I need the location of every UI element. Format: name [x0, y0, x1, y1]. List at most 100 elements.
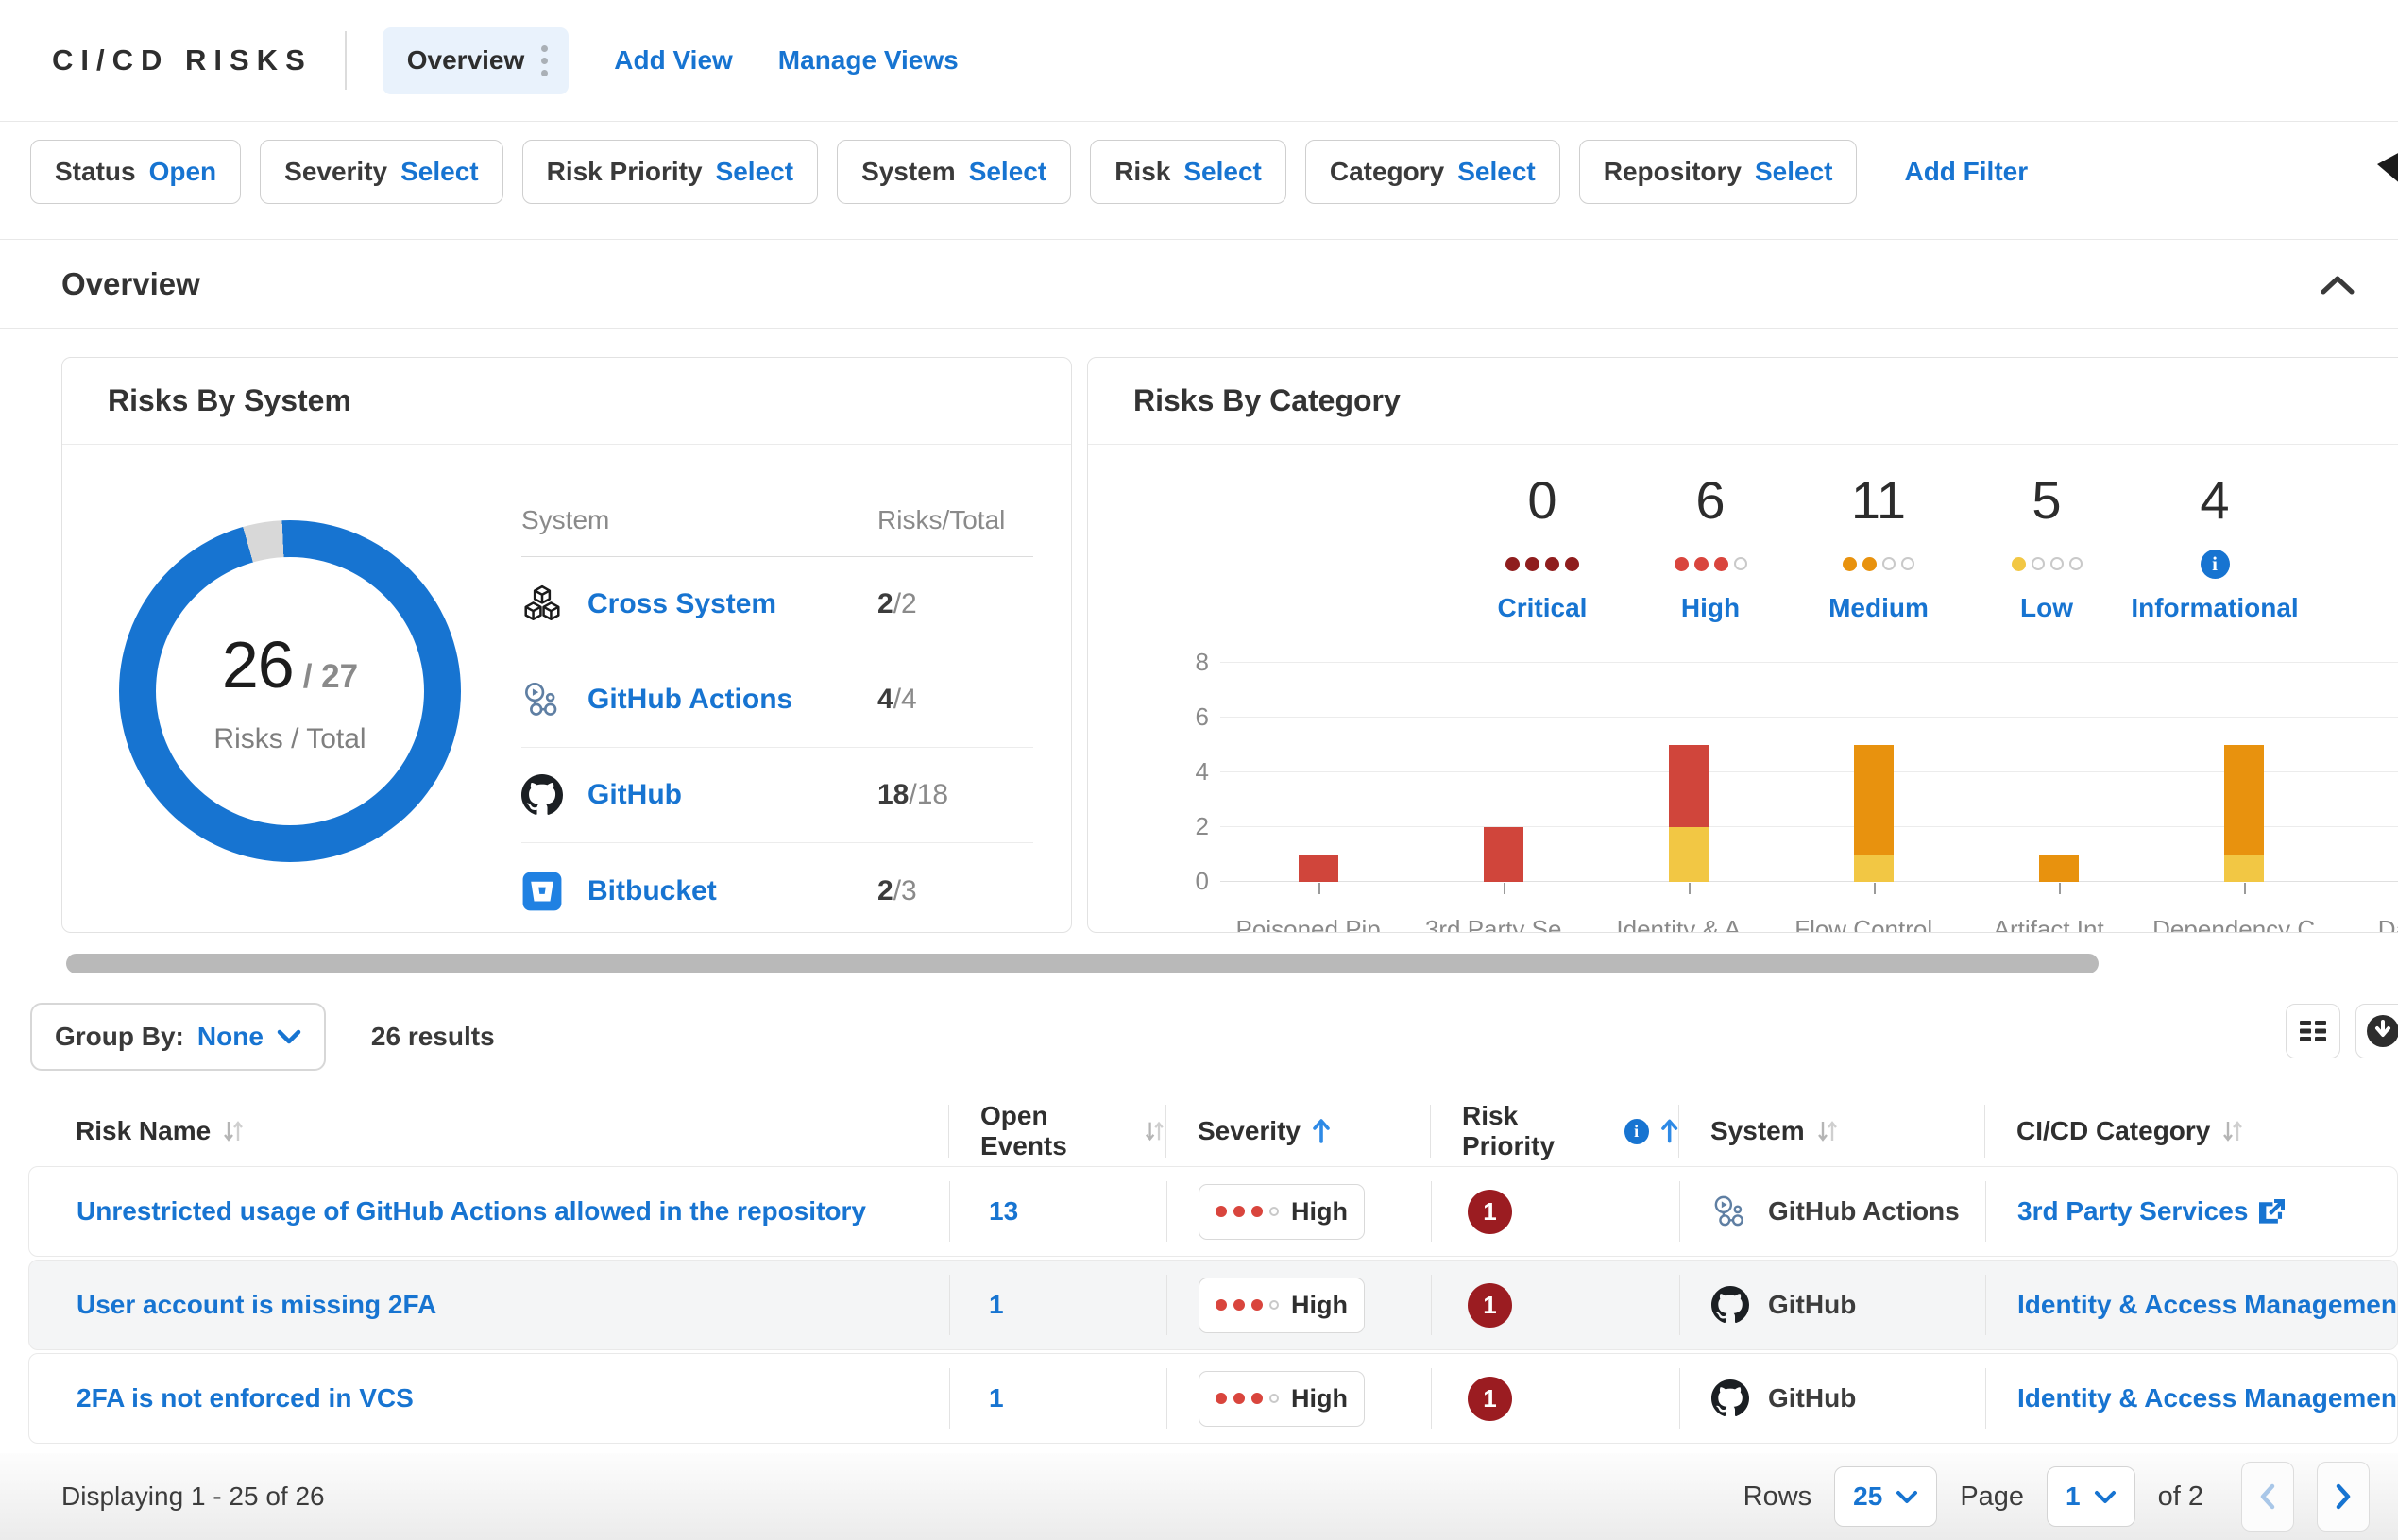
group-by-dropdown[interactable]: Group By: None — [30, 1003, 326, 1071]
col-risk-priority[interactable]: Risk Priority i — [1430, 1105, 1678, 1158]
system-total: /2 — [893, 588, 917, 619]
filter-value[interactable]: Select — [716, 157, 794, 187]
mouse-cursor — [2377, 151, 2398, 185]
system-risks: 2 — [877, 588, 893, 619]
open-events-link[interactable]: 13 — [981, 1196, 1018, 1227]
priority-badge: 1 — [1468, 1377, 1512, 1421]
category-cell: Identity & Access Management — [1985, 1368, 2397, 1429]
priority-badge: 1 — [1468, 1190, 1512, 1234]
info-icon: i — [2201, 550, 2230, 578]
sort-asc-icon[interactable] — [1312, 1118, 1331, 1144]
filter-label: Risk Priority — [547, 157, 703, 187]
table-row[interactable]: User account is missing 2FA 1 High 1 Git… — [28, 1260, 2398, 1350]
risk-priority-cell: 1 — [1431, 1181, 1679, 1242]
table-row[interactable]: Unrestricted usage of GitHub Actions all… — [28, 1166, 2398, 1257]
severity-count: 0 — [1527, 469, 1556, 531]
filter-label: Repository — [1604, 157, 1742, 187]
severity-count: 5 — [2032, 469, 2061, 531]
sort-icon[interactable] — [1816, 1119, 1839, 1143]
overview-section: Overview Risks By System 26 / 27 — [0, 239, 2398, 973]
manage-views-link[interactable]: Manage Views — [778, 45, 959, 76]
table-row[interactable]: 2FA is not enforced in VCS 1 High 1 GitH… — [28, 1353, 2398, 1444]
filter-value[interactable]: Select — [969, 157, 1047, 187]
severity-summary: 0 Critical 6 High 11 Medium — [1458, 469, 2398, 623]
severity-count: 6 — [1695, 469, 1725, 531]
page-select[interactable]: 1 — [2047, 1466, 2135, 1527]
system-link[interactable]: GitHub Actions — [587, 684, 792, 716]
priority-badge: 1 — [1468, 1283, 1512, 1328]
category-link[interactable]: Identity & Access Management — [2017, 1383, 2397, 1413]
severity-link[interactable]: Informational — [2131, 593, 2298, 623]
github-actions-icon — [521, 679, 563, 720]
col-risk-name[interactable]: Risk Name — [28, 1105, 948, 1158]
sort-icon[interactable] — [1144, 1119, 1165, 1143]
info-icon[interactable]: i — [1624, 1119, 1649, 1144]
risk-table-header: Risk Name Open Events Severity Risk Prio… — [28, 1096, 2398, 1166]
filter-chip-risk-priority[interactable]: Risk Priority Select — [522, 140, 818, 204]
filter-chip-severity[interactable]: Severity Select — [260, 140, 502, 204]
filter-chip-category[interactable]: Category Select — [1305, 140, 1560, 204]
sort-icon[interactable] — [2221, 1119, 2244, 1143]
severity-pill: High — [1199, 1184, 1365, 1240]
bar-segment — [1669, 827, 1709, 882]
column-settings-button[interactable] — [2286, 1004, 2340, 1058]
filter-chip-repository[interactable]: Repository Select — [1579, 140, 1858, 204]
rows-per-page-select[interactable]: 25 — [1834, 1466, 1937, 1527]
add-filter-link[interactable]: Add Filter — [1904, 157, 2028, 187]
filter-value[interactable]: Select — [400, 157, 479, 187]
filter-value[interactable]: Select — [1755, 157, 1833, 187]
system-cell: GitHub Actions — [1679, 1181, 1985, 1242]
sort-asc-icon[interactable] — [1660, 1118, 1678, 1144]
risk-name-link[interactable]: User account is missing 2FA — [77, 1290, 436, 1320]
category-link[interactable]: 3rd Party Services — [2017, 1196, 2285, 1227]
tab-overview[interactable]: Overview — [383, 27, 570, 94]
overview-section-title: Overview — [61, 266, 200, 302]
risk-name-link[interactable]: 2FA is not enforced in VCS — [77, 1383, 414, 1413]
sort-icon[interactable] — [222, 1119, 245, 1143]
open-events-cell: 1 — [949, 1275, 1166, 1335]
system-risks: 2 — [877, 875, 893, 906]
col-severity[interactable]: Severity — [1165, 1105, 1430, 1158]
system-link[interactable]: Cross System — [587, 588, 776, 620]
open-events-link[interactable]: 1 — [981, 1383, 1004, 1413]
next-page-button[interactable] — [2317, 1462, 2370, 1532]
severity-dots-icon — [2012, 550, 2083, 578]
severity-link[interactable]: Critical — [1498, 593, 1588, 623]
col-system[interactable]: System — [1678, 1105, 1984, 1158]
severity-dots-icon — [1843, 550, 1914, 578]
severity-dots-icon — [1675, 550, 1747, 578]
add-view-link[interactable]: Add View — [614, 45, 733, 76]
open-events-link[interactable]: 1 — [981, 1290, 1004, 1320]
risk-priority-cell: 1 — [1431, 1275, 1679, 1335]
filter-chip-system[interactable]: System Select — [837, 140, 1071, 204]
system-row-bitbucket: Bitbucket 2/3 — [521, 843, 1033, 933]
col-open-events[interactable]: Open Events — [948, 1105, 1165, 1158]
results-count: 26 results — [371, 1022, 495, 1052]
system-link[interactable]: Bitbucket — [587, 875, 717, 907]
kebab-menu-icon[interactable] — [541, 45, 548, 76]
system-name: GitHub — [1768, 1290, 1856, 1320]
chevron-down-icon — [1896, 1490, 1918, 1504]
overview-horizontal-scrollbar[interactable] — [66, 954, 2099, 973]
previous-page-button[interactable] — [2241, 1462, 2294, 1532]
severity-link[interactable]: High — [1681, 593, 1740, 623]
filter-chip-status[interactable]: Status Open — [30, 140, 241, 204]
filter-value[interactable]: Select — [1457, 157, 1536, 187]
severity-link[interactable]: Medium — [1828, 593, 1929, 623]
col-cicd-category[interactable]: CI/CD Category — [1984, 1105, 2398, 1158]
collapse-section-button[interactable] — [2307, 264, 2368, 304]
chevron-up-icon — [2321, 274, 2355, 295]
category-link[interactable]: Identity & Access Management — [2017, 1290, 2397, 1320]
export-download-button[interactable] — [2355, 1004, 2398, 1058]
systems-table: System Risks/Total — [521, 492, 1033, 933]
risk-name-link[interactable]: Unrestricted usage of GitHub Actions all… — [77, 1196, 866, 1227]
severity-link[interactable]: Low — [2020, 593, 2073, 623]
cross-system-icon — [521, 584, 563, 625]
github-actions-icon — [1711, 1193, 1749, 1230]
system-row-cross-system: Cross System 2/2 — [521, 557, 1033, 652]
filter-chip-risk[interactable]: Risk Select — [1090, 140, 1286, 204]
filter-value[interactable]: Select — [1183, 157, 1262, 187]
system-link[interactable]: GitHub — [587, 779, 682, 811]
filter-value[interactable]: Open — [149, 157, 217, 187]
risk-name-cell: 2FA is not enforced in VCS — [29, 1368, 949, 1429]
